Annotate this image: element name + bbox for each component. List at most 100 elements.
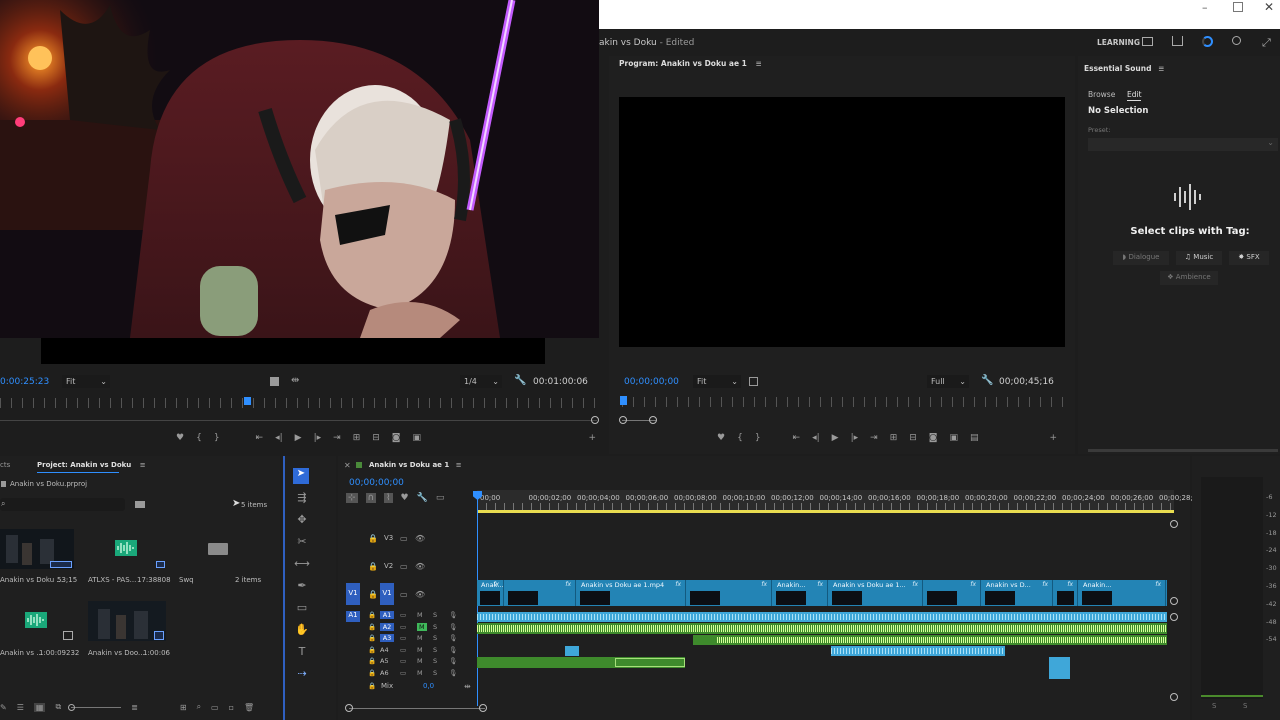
type-icon[interactable]: T: [299, 645, 306, 658]
nest-icon[interactable]: ⊹: [346, 493, 358, 503]
video-clip[interactable]: fx Anakin vs Doku ae 1...: [829, 580, 923, 606]
solo-button[interactable]: S: [433, 646, 437, 654]
mix-value[interactable]: 0,0: [423, 682, 434, 690]
eye-icon[interactable]: 👁: [415, 562, 425, 571]
eye-icon[interactable]: 👁: [415, 534, 425, 543]
track-select-icon[interactable]: ⇶: [297, 491, 306, 504]
export-frame-icon[interactable]: ◙: [929, 433, 938, 443]
mark-in-icon[interactable]: {: [737, 433, 743, 443]
list-view-icon[interactable]: ☰: [17, 703, 24, 712]
hscroll-start[interactable]: [345, 704, 353, 712]
folder-icon[interactable]: [208, 543, 228, 555]
program-scroll-end[interactable]: [649, 416, 657, 424]
vr-icon[interactable]: ▤: [970, 433, 979, 443]
essential-sound-tab[interactable]: Essential Sound ≡: [1084, 64, 1164, 73]
project-tab[interactable]: Project: Anakin vs Doku ≡: [37, 461, 146, 469]
sync-lock-icon[interactable]: ▭: [400, 646, 406, 654]
snap-icon[interactable]: ∩: [365, 493, 377, 503]
track-label-a4[interactable]: A4: [380, 646, 389, 654]
meter-solo-right[interactable]: S: [1243, 702, 1247, 710]
mark-out-icon[interactable]: }: [214, 433, 220, 443]
mute-button[interactable]: M: [417, 622, 427, 631]
sync-lock-icon[interactable]: ▭: [400, 562, 408, 571]
pen-icon[interactable]: ✒: [297, 579, 306, 592]
video-clip[interactable]: fx: [1054, 580, 1078, 606]
track-label-v3[interactable]: V3: [384, 534, 393, 542]
selection-tool-icon[interactable]: ➤: [293, 468, 309, 484]
voiceover-mic-icon[interactable]: 🎙: [449, 669, 457, 677]
video-clip[interactable]: fx: [687, 580, 772, 606]
play-icon[interactable]: ▶: [832, 433, 839, 443]
solo-button[interactable]: S: [433, 611, 437, 619]
track-lock-icon[interactable]: 🔒: [368, 646, 376, 654]
compare-icon[interactable]: ▣: [413, 433, 422, 443]
video-clip[interactable]: fx Anakin vs Doku ae 1.mp4: [577, 580, 686, 606]
project-tab-partial[interactable]: cts: [0, 461, 10, 469]
track-lock-icon[interactable]: 🔒: [368, 534, 378, 543]
solo-button[interactable]: S: [433, 623, 437, 631]
voiceover-mic-icon[interactable]: 🎙: [449, 611, 457, 619]
project-item-audio-1[interactable]: [86, 529, 166, 569]
preset-select[interactable]: ⌄: [1088, 138, 1278, 151]
new-bin-icon[interactable]: ▭: [211, 703, 219, 712]
progress-icon[interactable]: [1202, 36, 1213, 47]
solo-button[interactable]: S: [433, 657, 437, 665]
source-scroll-handle[interactable]: [591, 416, 599, 424]
sort-icon[interactable]: ≣: [131, 703, 138, 712]
audio-clip-a6[interactable]: [1049, 657, 1070, 679]
program-scroll-start[interactable]: [619, 416, 627, 424]
new-bin-icon[interactable]: [135, 501, 145, 508]
track-label-v2[interactable]: V2: [384, 562, 393, 570]
restore-button[interactable]: [1233, 2, 1243, 12]
go-to-in-icon[interactable]: ⇤: [256, 433, 264, 443]
remix-icon[interactable]: ⇢: [297, 667, 306, 680]
source-ruler[interactable]: [0, 398, 599, 408]
mute-button[interactable]: M: [417, 657, 423, 665]
step-forward-icon[interactable]: |▸: [851, 433, 859, 443]
track-label-a2[interactable]: A2: [380, 622, 394, 631]
program-zoom-select[interactable]: Fit ⌄: [693, 375, 741, 388]
safe-margins-icon[interactable]: [749, 377, 758, 386]
program-wrench-icon[interactable]: 🔧: [981, 375, 993, 386]
mute-button[interactable]: M: [417, 634, 423, 642]
linked-selection-icon[interactable]: ⌇: [384, 493, 393, 503]
lock-icon[interactable]: ✎: [0, 703, 7, 712]
tag-sfx-button[interactable]: ✸ SFX: [1229, 251, 1269, 265]
program-ruler[interactable]: [622, 397, 1063, 407]
hscroll-end[interactable]: [479, 704, 487, 712]
find-icon[interactable]: ⌕: [197, 702, 201, 712]
source-timecode[interactable]: 0:00:25:23: [0, 377, 49, 387]
video-clip[interactable]: fx: [924, 580, 981, 606]
tag-ambience-button[interactable]: ❖ Ambience: [1160, 271, 1218, 285]
hand-icon[interactable]: ✋: [295, 623, 309, 636]
track-lock-icon[interactable]: 🔒: [368, 611, 376, 619]
solo-button[interactable]: S: [433, 669, 437, 677]
solo-button[interactable]: S: [433, 634, 437, 642]
voiceover-mic-icon[interactable]: 🎙: [449, 646, 457, 654]
share-icon[interactable]: [1172, 36, 1183, 46]
add-button-icon[interactable]: +: [1049, 433, 1057, 443]
essential-scrollbar[interactable]: [1088, 449, 1278, 452]
overwrite-icon[interactable]: ⊟: [372, 433, 380, 443]
panel-icon[interactable]: [1142, 37, 1153, 46]
mark-out-icon[interactable]: }: [755, 433, 761, 443]
track-label-v1[interactable]: V1: [380, 583, 394, 605]
work-area-bar[interactable]: [477, 510, 1174, 513]
insert-icon[interactable]: ⊞: [353, 433, 361, 443]
project-item-video-2[interactable]: [88, 601, 166, 641]
step-back-icon[interactable]: ◂|: [812, 433, 820, 443]
tag-music-button[interactable]: ♫ Music: [1176, 251, 1222, 265]
add-marker-icon[interactable]: ♥: [401, 493, 409, 503]
track-lock-icon[interactable]: 🔒: [368, 623, 376, 631]
video-clip[interactable]: fx Anakin...: [773, 580, 828, 606]
track-lock-icon[interactable]: 🔒: [368, 657, 376, 665]
timeline-timecode[interactable]: 00;00;00;00: [349, 478, 404, 488]
rectangle-icon[interactable]: ▭: [297, 601, 307, 614]
timeline-hscroll[interactable]: [349, 708, 485, 709]
track-label-a3[interactable]: A3: [380, 634, 394, 642]
play-icon[interactable]: ▶: [295, 433, 302, 443]
source-scrollbar[interactable]: [0, 420, 597, 421]
mark-in-icon[interactable]: {: [196, 433, 202, 443]
meter-solo-left[interactable]: S: [1212, 702, 1216, 710]
timeline-close-icon[interactable]: ✕: [344, 461, 351, 470]
